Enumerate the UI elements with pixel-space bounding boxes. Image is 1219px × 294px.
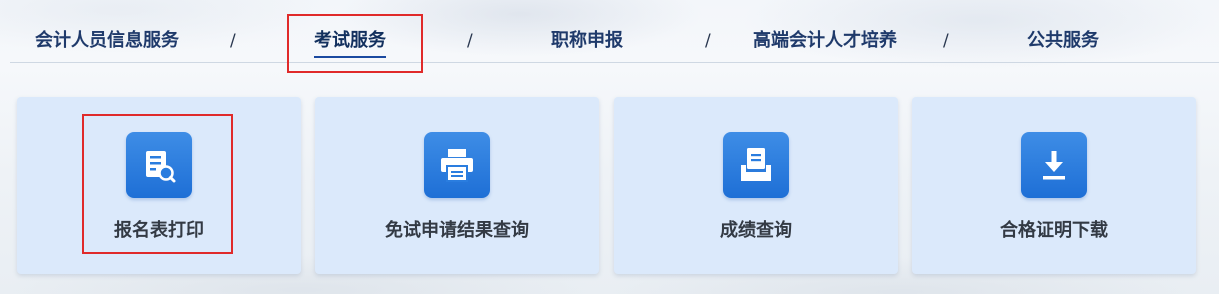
tab-separator: / bbox=[467, 31, 473, 51]
service-card-label: 报名表打印 bbox=[114, 220, 204, 241]
tab-senior-accountant-training[interactable]: 高端会计人才培养 bbox=[753, 26, 897, 56]
inbox-tray-icon bbox=[723, 132, 789, 198]
service-card-certificate-download[interactable]: 合格证明下载 bbox=[912, 97, 1196, 274]
tab-accounting-personnel-info[interactable]: 会计人员信息服务 bbox=[35, 26, 179, 56]
tab-separator: / bbox=[943, 31, 949, 51]
printer-icon bbox=[424, 132, 490, 198]
tab-public-services[interactable]: 公共服务 bbox=[1027, 26, 1099, 56]
tab-exam-services-label: 考试服务 bbox=[314, 30, 386, 51]
tab-exam-services[interactable]: 考试服务 bbox=[314, 26, 386, 58]
service-tabs: 会计人员信息服务 / 考试服务 / 职称申报 / 高端会计人才培养 / 公共服务 bbox=[10, 0, 1219, 63]
service-card-registration-form-print[interactable]: 报名表打印 bbox=[17, 97, 301, 274]
tab-separator: / bbox=[705, 31, 711, 51]
service-card-score-query[interactable]: 成绩查询 bbox=[614, 97, 898, 274]
tab-separator: / bbox=[230, 31, 236, 51]
service-card-exemption-result-query[interactable]: 免试申请结果查询 bbox=[315, 97, 599, 274]
download-icon bbox=[1021, 132, 1087, 198]
tab-title-application[interactable]: 职称申报 bbox=[551, 26, 623, 56]
service-card-label: 合格证明下载 bbox=[1000, 220, 1108, 241]
document-search-icon bbox=[126, 132, 192, 198]
service-card-label: 免试申请结果查询 bbox=[385, 220, 529, 241]
active-tab-underline bbox=[314, 56, 386, 58]
service-card-label: 成绩查询 bbox=[720, 220, 792, 241]
